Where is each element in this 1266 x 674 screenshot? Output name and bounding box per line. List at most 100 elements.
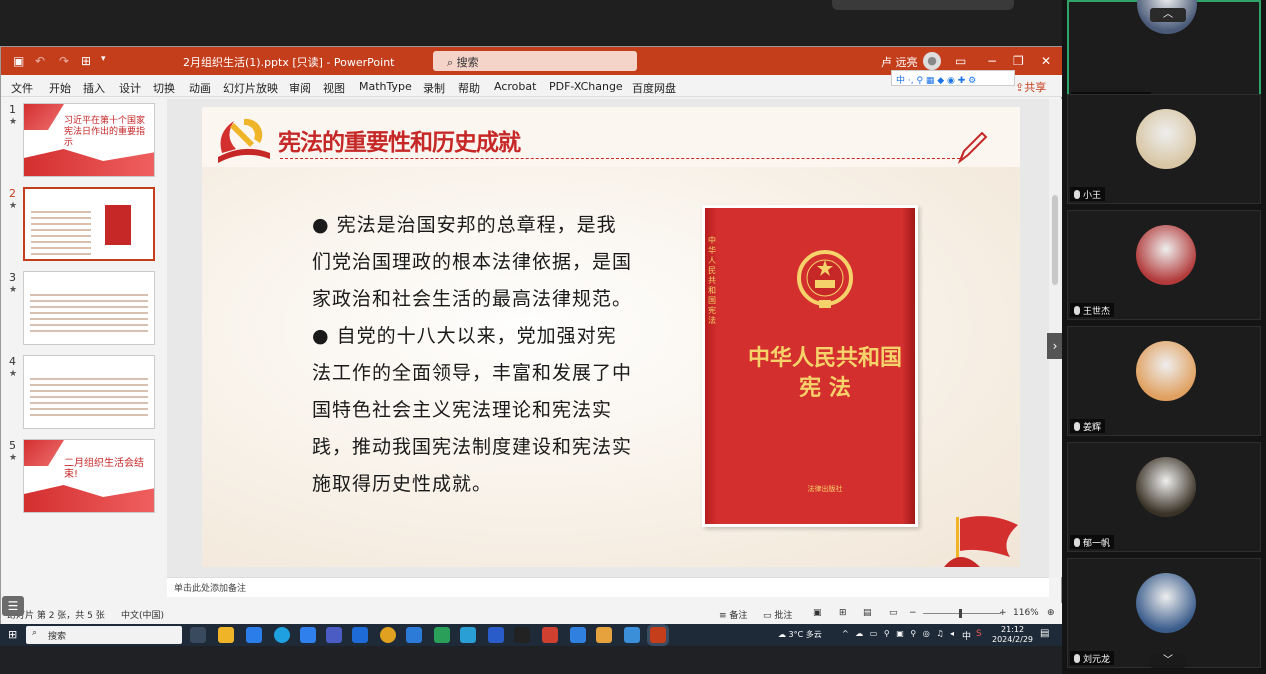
task-view-icon[interactable]: [190, 627, 206, 643]
terminal-icon[interactable]: [514, 627, 530, 643]
todo-app-icon[interactable]: [246, 627, 262, 643]
word-icon[interactable]: [488, 627, 504, 643]
zoom-slider-thumb[interactable]: [959, 609, 962, 618]
zoom-level[interactable]: 116%: [1013, 608, 1039, 618]
avatar[interactable]: ●: [923, 52, 941, 70]
restore-icon[interactable]: ❐: [1013, 54, 1024, 68]
windows-start-icon[interactable]: ⊞: [8, 628, 17, 641]
tab-animations[interactable]: 动画: [189, 80, 211, 96]
scroll-up-button[interactable]: ︿: [1150, 8, 1186, 22]
tab-review[interactable]: 审阅: [289, 80, 311, 96]
slide-thumbnail-5[interactable]: 二月组织生活会结束!: [23, 439, 155, 513]
zoom-out-button[interactable]: −: [909, 608, 917, 618]
scroll-thumb[interactable]: [1052, 195, 1058, 285]
meeting-app-icon[interactable]: [460, 627, 476, 643]
share-button[interactable]: ⇪共享: [1015, 79, 1046, 95]
slide-thumbnail-1[interactable]: 习近平在第十个国家宪法日作出的重要指示: [23, 103, 155, 177]
participant-tile[interactable]: 王世杰: [1067, 210, 1261, 320]
slide-thumbnail-3[interactable]: [23, 271, 155, 345]
weather-widget[interactable]: ☁ 3°C 多云: [778, 629, 822, 640]
tab-record[interactable]: 录制: [423, 80, 445, 96]
current-slide[interactable]: 宪法的重要性和历史成就 ● 宪法是治国安邦的总章程，是我们党治国理政的根本法律依…: [202, 107, 1020, 567]
tab-transitions[interactable]: 切换: [153, 80, 175, 96]
tab-pdf-xchange[interactable]: PDF-XChange: [549, 80, 623, 93]
user-name[interactable]: 卢 远亮: [881, 54, 918, 70]
zoom-in-button[interactable]: +: [999, 608, 1007, 618]
taskbar-search-label: 搜索: [48, 632, 67, 642]
notification-icon[interactable]: ▤: [1040, 628, 1049, 639]
participant-tile[interactable]: 郁一帆: [1067, 442, 1261, 552]
slide-body-text[interactable]: ● 宪法是治国安邦的总章程，是我们党治国理政的根本法律依据，是国家政治和社会生活…: [312, 207, 632, 503]
notes-pane[interactable]: 单击此处添加备注: [167, 577, 1049, 597]
slide-thumbnail-4[interactable]: [23, 355, 155, 429]
wechat-icon[interactable]: [434, 627, 450, 643]
file-explorer-icon[interactable]: [218, 627, 234, 643]
customize-toolbar-icon[interactable]: ▾: [101, 54, 106, 64]
pdf-app-icon[interactable]: [542, 627, 558, 643]
comment-icon: ▭: [763, 611, 775, 621]
star-icon: ★: [9, 285, 18, 295]
comments-button[interactable]: ▭ 批注: [763, 608, 792, 621]
slide-editor[interactable]: 宪法的重要性和历史成就 ● 宪法是治国安邦的总章程，是我们党治国理政的根本法律依…: [167, 99, 1049, 577]
tab-insert[interactable]: 插入: [83, 80, 105, 96]
participant-tile[interactable]: 刘元龙: [1067, 558, 1261, 668]
tab-design[interactable]: 设计: [119, 80, 141, 96]
app-icon[interactable]: [596, 627, 612, 643]
fit-slide-icon[interactable]: ⊕: [1047, 608, 1055, 618]
slide-thumbnail-2[interactable]: [23, 187, 155, 261]
reading-view-icon[interactable]: ▤: [863, 608, 872, 618]
taskbar-search-input[interactable]: ⌕ 搜索: [26, 626, 182, 644]
tab-help[interactable]: 帮助: [458, 80, 480, 96]
undo-icon[interactable]: ↶: [35, 54, 45, 68]
redo-icon[interactable]: ↷: [59, 54, 69, 68]
cloud-drive-icon[interactable]: [570, 627, 586, 643]
participant-tile[interactable]: 姜辉: [1067, 326, 1261, 436]
photos-icon[interactable]: [624, 627, 640, 643]
tab-view[interactable]: 视图: [323, 80, 345, 96]
tab-baidu-netdisk[interactable]: 百度网盘: [632, 80, 676, 96]
clock[interactable]: 21:12 2024/2/29: [992, 625, 1033, 645]
participant-tile[interactable]: 小王: [1067, 94, 1261, 204]
vscode-icon[interactable]: [406, 627, 422, 643]
tab-mathtype[interactable]: MathType: [359, 80, 412, 93]
language-indicator[interactable]: 中文(中国): [121, 608, 164, 621]
tab-acrobat[interactable]: Acrobat: [494, 80, 536, 93]
store-icon[interactable]: [326, 627, 342, 643]
mail-icon[interactable]: [300, 627, 316, 643]
tab-home[interactable]: 开始: [49, 80, 71, 96]
powerpoint-taskbar-icon[interactable]: [650, 627, 666, 643]
flag-wave-graphic: [24, 485, 154, 512]
app-icon[interactable]: [352, 627, 368, 643]
search-input[interactable]: ⌕ 搜索: [433, 51, 637, 71]
screen-share-indicator[interactable]: [832, 0, 1014, 10]
tab-slideshow[interactable]: 幻灯片放映: [223, 80, 278, 96]
chat-list-icon[interactable]: ☰: [2, 596, 24, 616]
star-icon: ★: [9, 117, 18, 127]
avatar: [1136, 457, 1196, 517]
microphone-icon: [1074, 422, 1080, 431]
edge-browser-icon[interactable]: [274, 627, 290, 643]
normal-view-icon[interactable]: ▣: [813, 608, 822, 618]
ime-indicator[interactable]: 中: [962, 629, 971, 642]
slide-sorter-icon[interactable]: ⊞: [839, 608, 847, 618]
ime-toolbar[interactable]: 中 ·, ⚲ ▦ ◆ ◉ ✚ ⚙: [891, 70, 1015, 86]
thumb-text-lines: [30, 290, 148, 336]
tab-file[interactable]: 文件: [11, 80, 33, 96]
sogou-icon[interactable]: S: [976, 629, 982, 639]
present-icon[interactable]: ⊞: [81, 54, 91, 68]
close-icon[interactable]: ✕: [1041, 54, 1051, 68]
slide-title[interactable]: 宪法的重要性和历史成就: [278, 123, 521, 157]
participant-name-text: 刘元龙: [1083, 655, 1111, 665]
system-tray-icons[interactable]: ^ ☁ ▭ ⚲ ▣ ⚲ ◎ ♫ ◂: [842, 629, 956, 638]
ribbon-display-icon[interactable]: ▭: [955, 54, 966, 68]
zoom-slider[interactable]: [923, 613, 1001, 614]
save-icon[interactable]: ▣: [13, 54, 24, 68]
constitution-book-image[interactable]: 中华人民共和国宪法 中华人民共和国 宪 法 法律出版社: [702, 205, 918, 527]
slideshow-view-icon[interactable]: ▭: [889, 608, 898, 618]
weather-text: 3°C 多云: [788, 630, 822, 639]
minimize-icon[interactable]: −: [987, 54, 997, 68]
chrome-icon[interactable]: [380, 627, 396, 643]
expand-pane-button[interactable]: ›: [1047, 333, 1063, 359]
notes-button[interactable]: ≡ 备注: [719, 608, 747, 621]
scroll-down-button[interactable]: ﹀: [1150, 654, 1186, 668]
